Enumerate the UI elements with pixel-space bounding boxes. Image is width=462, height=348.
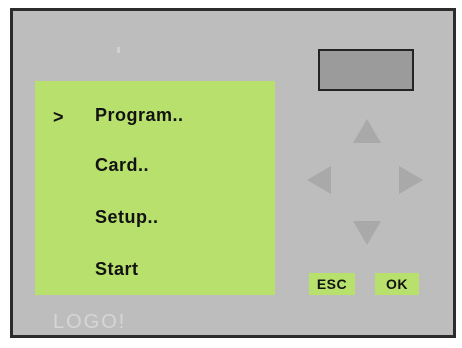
logo: LOGO! bbox=[53, 311, 127, 333]
screenshot-frame: > Program.. Card.. Setup.. Start ESC OK … bbox=[0, 0, 462, 348]
secondary-display bbox=[318, 49, 414, 91]
arrow-left-icon[interactable] bbox=[307, 166, 331, 194]
plc-device: > Program.. Card.. Setup.. Start ESC OK … bbox=[10, 8, 456, 338]
menu-item-setup[interactable]: Setup.. bbox=[95, 207, 159, 228]
lcd-display: > Program.. Card.. Setup.. Start bbox=[35, 81, 275, 295]
menu-item-program[interactable]: Program.. bbox=[95, 105, 184, 126]
arrow-down-icon[interactable] bbox=[353, 221, 381, 245]
indicator-mark bbox=[117, 47, 120, 53]
menu-item-card[interactable]: Card.. bbox=[95, 155, 149, 176]
selection-cursor: > bbox=[53, 107, 64, 127]
ok-button[interactable]: OK bbox=[375, 273, 419, 295]
menu-item-start[interactable]: Start bbox=[95, 259, 139, 280]
esc-button[interactable]: ESC bbox=[309, 273, 355, 295]
arrow-up-icon[interactable] bbox=[353, 119, 381, 143]
arrow-right-icon[interactable] bbox=[399, 166, 423, 194]
